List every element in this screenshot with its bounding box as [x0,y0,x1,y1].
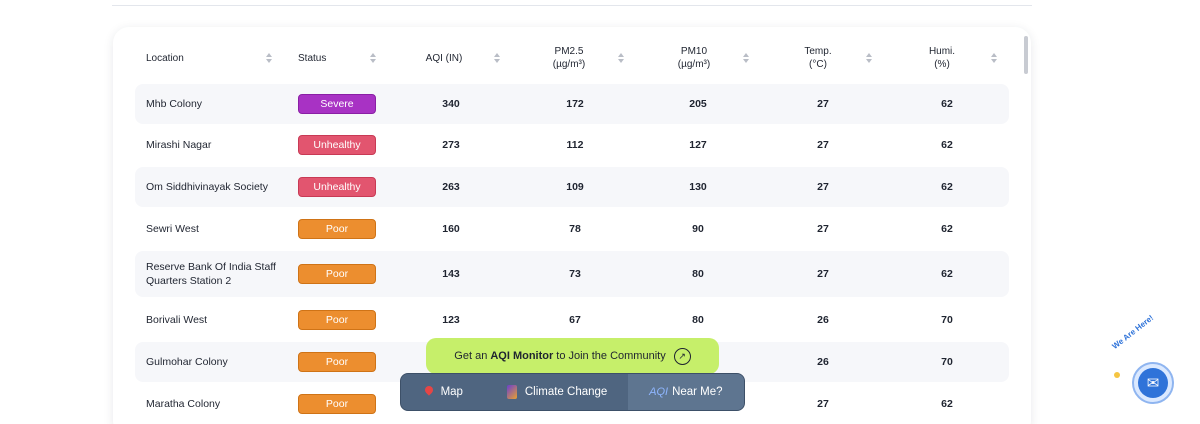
pm10-value: 80 [692,314,704,326]
status-badge: Severe [298,94,376,114]
table-row[interactable]: Borivali West Poor 123 67 80 26 70 [135,300,1009,340]
status-badge: Unhealthy [298,177,376,197]
arrow-up-right-icon: ↗ [673,347,691,365]
aqi-value: 123 [442,314,460,326]
nav-climate-change-button[interactable]: Climate Change [487,374,628,410]
temp-value: 26 [817,356,829,368]
nav-map-button[interactable]: Map [401,374,487,410]
aqi-value: 263 [442,181,460,193]
pm25-value: 78 [569,223,581,235]
bottom-nav: Map Climate Change AQI Near Me? [400,373,745,411]
location-name[interactable]: Borivali West [146,300,276,340]
pm25-value: 112 [566,139,584,151]
location-name[interactable]: Gulmohar Colony [146,342,276,382]
sort-pm10-icon[interactable] [743,53,749,64]
pm10-value: 127 [689,139,707,151]
header-humi[interactable]: Humi. (%) [912,27,972,89]
humi-value: 62 [941,98,953,110]
humi-value: 62 [941,268,953,280]
location-name[interactable]: Mirashi Nagar [146,125,276,165]
header-temp[interactable]: Temp. (°C) [788,27,848,89]
map-pin-icon [425,386,434,398]
top-divider [112,5,1032,6]
aqi-value: 160 [442,223,460,235]
we-are-here-chat-widget[interactable]: We Are Here! ✉ [1110,313,1176,404]
status-badge: Poor [298,219,376,239]
aqi-value: 340 [442,98,460,110]
temp-value: 27 [817,398,829,410]
humi-value: 62 [941,223,953,235]
table-row[interactable]: Sewri West Poor 160 78 90 27 62 [135,209,1009,249]
table-row[interactable]: Mirashi Nagar Unhealthy 273 112 127 27 6… [135,125,1009,165]
status-badge: Poor [298,310,376,330]
location-name[interactable]: Reserve Bank Of India Staff Quarters Sta… [146,251,276,297]
pm25-value: 109 [566,181,584,193]
sort-status-icon[interactable] [370,53,376,64]
sort-aqi-icon[interactable] [494,53,500,64]
table-row[interactable]: Reserve Bank Of India Staff Quarters Sta… [135,251,1009,297]
pm10-value: 80 [692,268,704,280]
sort-location-icon[interactable] [266,53,272,64]
mail-icon: ✉ [1138,368,1168,398]
status-badge: Poor [298,394,376,414]
location-name[interactable]: Om Siddhivinayak Society [146,167,276,207]
table-scrollbar[interactable] [1024,36,1028,74]
sort-humi-icon[interactable] [991,53,997,64]
table-row[interactable]: Mhb Colony Severe 340 172 205 27 62 [135,84,1009,124]
location-name[interactable]: Maratha Colony [146,384,276,424]
pm10-value: 130 [689,181,707,193]
temp-value: 26 [817,314,829,326]
temp-value: 27 [817,98,829,110]
humi-value: 62 [941,398,953,410]
header-status[interactable]: Status [298,27,326,89]
header-aqi[interactable]: AQI (IN) [421,27,467,89]
sort-pm25-icon[interactable] [618,53,624,64]
header-pm25[interactable]: PM2.5 (µg/m³) [539,27,599,89]
status-badge: Poor [298,264,376,284]
temp-value: 27 [817,268,829,280]
temp-value: 27 [817,181,829,193]
location-name[interactable]: Sewri West [146,209,276,249]
humi-value: 70 [941,356,953,368]
humi-value: 62 [941,181,953,193]
pm25-value: 67 [569,314,581,326]
location-name[interactable]: Mhb Colony [146,84,276,124]
temp-value: 27 [817,223,829,235]
aqi-logo-icon: AQI [649,386,669,398]
we-are-here-label: We Are Here! [1110,313,1156,351]
temp-value: 27 [817,139,829,151]
aqi-value: 143 [442,268,460,280]
nav-near-me-button[interactable]: AQI Near Me? [627,374,744,410]
table-header: Location Status AQI (IN) PM2.5 (µg/m³) PM… [113,27,1031,89]
status-badge: Unhealthy [298,135,376,155]
pm10-value: 90 [692,223,704,235]
sort-temp-icon[interactable] [866,53,872,64]
pm25-value: 73 [569,268,581,280]
aqi-value: 273 [442,139,460,151]
humi-value: 62 [941,139,953,151]
climate-phone-icon [506,385,517,399]
pm10-value: 205 [689,98,707,110]
humi-value: 70 [941,314,953,326]
header-pm10[interactable]: PM10 (µg/m³) [664,27,724,89]
pm25-value: 172 [566,98,584,110]
get-aqi-monitor-banner[interactable]: Get an AQI Monitor to Join the Community… [426,338,719,374]
header-location[interactable]: Location [146,27,184,89]
table-row[interactable]: Om Siddhivinayak Society Unhealthy 263 1… [135,167,1009,207]
status-badge: Poor [298,352,376,372]
decor-dot [1114,372,1120,378]
